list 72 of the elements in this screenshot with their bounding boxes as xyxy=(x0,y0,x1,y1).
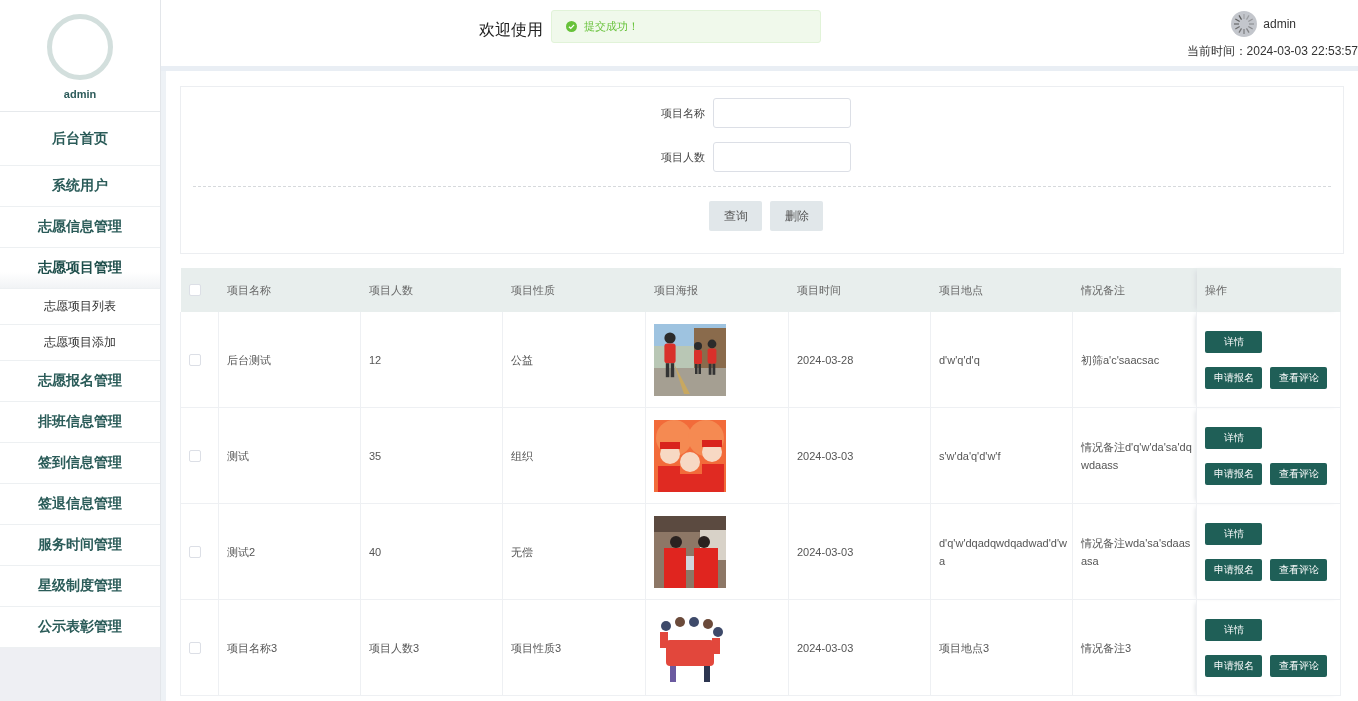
comments-button[interactable]: 查看评论 xyxy=(1270,366,1327,389)
apply-button[interactable]: 申请报名 xyxy=(1205,654,1262,677)
table-cell: 后台测试 xyxy=(218,312,361,408)
table-cell: 组织 xyxy=(502,407,646,504)
table-cell: 项目地点3 xyxy=(930,599,1073,696)
comments-button[interactable]: 查看评论 xyxy=(1270,558,1327,581)
input-field[interactable] xyxy=(713,142,851,172)
checkbox[interactable] xyxy=(189,353,201,366)
table-cell: 情况备注3 xyxy=(1072,599,1197,696)
comments-button[interactable]: 查看评论 xyxy=(1270,654,1327,677)
table-cell: d'q'w'dqadqwdqadwad'd'wa xyxy=(930,503,1073,600)
table-cell: 2024-03-03 xyxy=(788,599,931,696)
column-header: 项目时间 xyxy=(788,268,931,312)
menu-item[interactable]: 签退信息管理 xyxy=(0,484,160,525)
checkbox[interactable] xyxy=(189,449,201,462)
apply-button[interactable]: 申请报名 xyxy=(1205,366,1262,389)
column-header: 项目海报 xyxy=(645,268,789,312)
avatar xyxy=(47,14,113,80)
column-header: 项目性质 xyxy=(502,268,646,312)
details-button[interactable]: 详情 xyxy=(1205,618,1262,641)
apply-button[interactable]: 申请报名 xyxy=(1205,462,1262,485)
checkbox[interactable] xyxy=(189,641,201,654)
table-cell: 公益 xyxy=(502,312,646,408)
comments-button[interactable]: 查看评论 xyxy=(1270,462,1327,485)
search-button[interactable]: 查询 xyxy=(709,201,762,231)
checkbox[interactable] xyxy=(189,545,201,558)
menu-item[interactable]: 公示表彰管理 xyxy=(0,607,160,648)
username: admin xyxy=(1263,17,1296,31)
column-header: 操作 xyxy=(1196,268,1341,312)
table-cell: 初筛a'c'saacsac xyxy=(1072,312,1197,408)
table-cell: 测试 xyxy=(218,407,361,504)
menu-item[interactable]: 签到信息管理 xyxy=(0,443,160,484)
table-cell: 无偿 xyxy=(502,503,646,600)
loading-icon xyxy=(1231,11,1258,37)
table-cell: 2024-03-03 xyxy=(788,503,931,600)
apply-button[interactable]: 申请报名 xyxy=(1205,558,1262,581)
table-cell: 2024-03-28 xyxy=(788,312,931,408)
column-header: 项目名称 xyxy=(218,268,361,312)
toast-message: 提交成功！ xyxy=(584,19,639,34)
table-cell: 2024-03-03 xyxy=(788,407,931,504)
column-header: 项目人数 xyxy=(360,268,503,312)
column-header: 项目地点 xyxy=(930,268,1073,312)
table-cell: 情况备注wda'sa'sdaasasa xyxy=(1072,503,1197,600)
menu-item[interactable]: 星级制度管理 xyxy=(0,566,160,607)
field-label: 项目人数 xyxy=(661,149,705,165)
table-cell: 12 xyxy=(360,312,503,408)
table-cell: 项目名称3 xyxy=(218,599,361,696)
current-time: 当前时间：2024-03-03 22:53:57 xyxy=(1186,43,1358,60)
page-title: 欢迎使用 xyxy=(479,20,543,40)
menu-item[interactable]: 排班信息管理 xyxy=(0,402,160,443)
input-field[interactable] xyxy=(713,98,851,128)
details-button[interactable]: 详情 xyxy=(1205,522,1262,545)
check-circle-icon xyxy=(566,21,577,32)
table-cell: 测试2 xyxy=(218,503,361,600)
table-cell: 项目人数3 xyxy=(360,599,503,696)
column-header: 情况备注 xyxy=(1072,268,1197,312)
menu-item[interactable]: 后台首页 xyxy=(0,112,160,166)
table-cell: 项目性质3 xyxy=(502,599,646,696)
table-cell: 35 xyxy=(360,407,503,504)
checkbox[interactable] xyxy=(188,284,201,296)
details-button[interactable]: 详情 xyxy=(1205,426,1262,449)
table-cell: 40 xyxy=(360,503,503,600)
menu-item[interactable]: 系统用户 xyxy=(0,166,160,207)
username: admin xyxy=(63,88,97,100)
details-button[interactable]: 详情 xyxy=(1205,330,1262,353)
table-cell: 情况备注d'q'w'da'sa'dqwdaass xyxy=(1072,407,1197,504)
field-label: 项目名称 xyxy=(661,105,705,121)
delete-button[interactable]: 删除 xyxy=(770,201,823,231)
menu-item[interactable]: 志愿报名管理 xyxy=(0,361,160,402)
menu-item[interactable]: 服务时间管理 xyxy=(0,525,160,566)
table-cell: d'w'q'd'q xyxy=(930,312,1073,408)
table-cell: s'w'da'q'd'w'f xyxy=(930,407,1073,504)
